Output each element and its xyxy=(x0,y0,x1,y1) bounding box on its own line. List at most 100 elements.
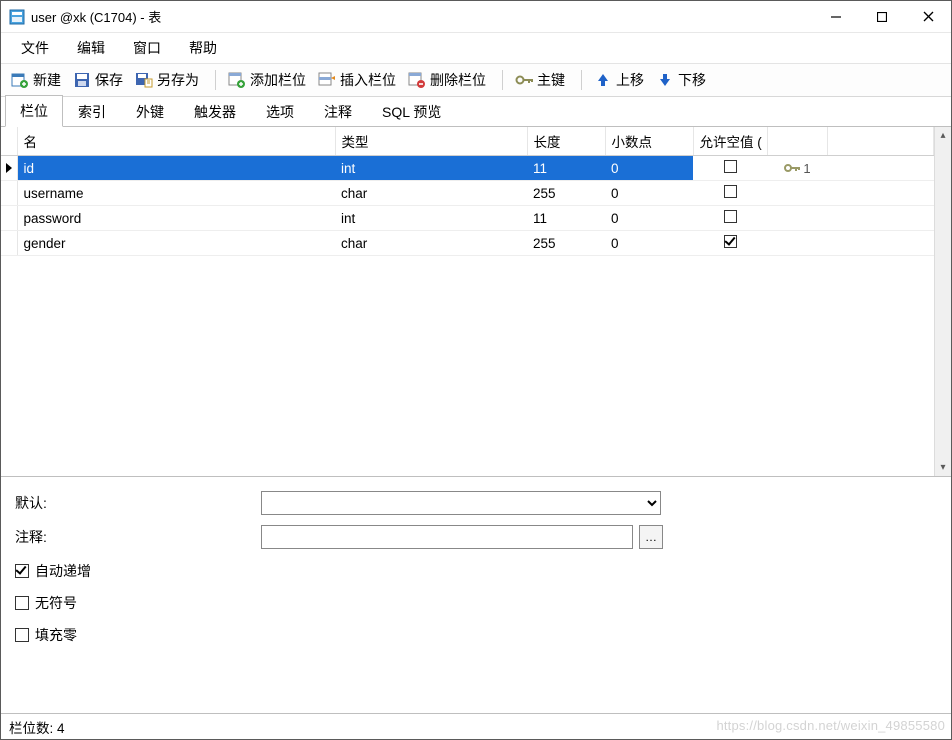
menu-window[interactable]: 窗口 xyxy=(119,34,175,62)
cell-key[interactable]: 1 xyxy=(767,156,827,181)
col-decimal[interactable]: 小数点 xyxy=(605,127,693,156)
add-field-button[interactable]: 添加栏位 xyxy=(224,67,314,93)
insert-field-button[interactable]: 插入栏位 xyxy=(314,67,404,93)
unsigned-checkbox[interactable] xyxy=(15,596,29,610)
row-header[interactable] xyxy=(1,206,17,231)
col-type[interactable]: 类型 xyxy=(335,127,527,156)
cell-filler xyxy=(827,206,934,231)
tab-comment[interactable]: 注释 xyxy=(309,96,367,127)
col-length[interactable]: 长度 xyxy=(527,127,605,156)
cell-key[interactable] xyxy=(767,206,827,231)
col-name[interactable]: 名 xyxy=(17,127,335,156)
row-header[interactable] xyxy=(1,181,17,206)
close-button[interactable] xyxy=(905,1,951,33)
field-properties: 默认: 注释: … 自动递增 无符号 填充零 xyxy=(1,477,951,713)
tab-fields[interactable]: 栏位 xyxy=(5,95,63,127)
cell-type[interactable]: int xyxy=(335,206,527,231)
cell-decimal[interactable]: 0 xyxy=(605,156,693,181)
tab-options[interactable]: 选项 xyxy=(251,96,309,127)
cell-nullable[interactable] xyxy=(693,181,767,206)
table-row[interactable]: genderchar2550 xyxy=(1,231,934,256)
table-row[interactable]: idint110 1 xyxy=(1,156,934,181)
nullable-checkbox[interactable] xyxy=(724,160,737,173)
toolbar-separator xyxy=(502,70,503,90)
row-pointer-icon xyxy=(6,163,12,173)
delete-field-label: 删除栏位 xyxy=(430,70,486,90)
cell-decimal[interactable]: 0 xyxy=(605,206,693,231)
default-select[interactable] xyxy=(261,491,661,515)
watermark: https://blog.csdn.net/weixin_49855580 xyxy=(716,718,945,733)
fields-grid-wrap: 名 类型 长度 小数点 允许空值 ( idint1101usernamechar… xyxy=(1,127,951,477)
cell-key[interactable] xyxy=(767,231,827,256)
menu-edit[interactable]: 编辑 xyxy=(63,34,119,62)
table-row[interactable]: passwordint110 xyxy=(1,206,934,231)
cell-decimal[interactable]: 0 xyxy=(605,181,693,206)
floppy-icon xyxy=(73,71,91,89)
primary-key-button[interactable]: 主键 xyxy=(511,67,573,93)
cell-name[interactable]: password xyxy=(17,206,335,231)
cell-length[interactable]: 11 xyxy=(527,156,605,181)
fieldcount-label: 栏位数: 4 xyxy=(9,717,65,737)
scroll-track[interactable] xyxy=(935,144,951,459)
comment-more-button[interactable]: … xyxy=(639,525,663,549)
tabbar: 栏位 索引 外键 触发器 选项 注释 SQL 预览 xyxy=(1,97,951,127)
nullable-checkbox[interactable] xyxy=(724,185,737,198)
table-new-icon xyxy=(11,71,29,89)
menu-file[interactable]: 文件 xyxy=(7,34,63,62)
col-filler xyxy=(827,127,934,156)
row-header[interactable] xyxy=(1,156,17,181)
app-window: user @xk (C1704) - 表 文件 编辑 窗口 帮助 新建 保存 另… xyxy=(0,0,952,740)
tab-index[interactable]: 索引 xyxy=(63,96,121,127)
scroll-down-icon[interactable]: ▾ xyxy=(935,459,951,476)
new-label: 新建 xyxy=(33,70,61,90)
menubar: 文件 编辑 窗口 帮助 xyxy=(1,33,951,63)
comment-input[interactable] xyxy=(261,525,633,549)
tab-trigger[interactable]: 触发器 xyxy=(179,96,251,127)
nullable-checkbox[interactable] xyxy=(724,210,737,223)
cell-type[interactable]: char xyxy=(335,181,527,206)
table-row[interactable]: usernamechar2550 xyxy=(1,181,934,206)
cell-name[interactable]: id xyxy=(17,156,335,181)
cell-name[interactable]: gender xyxy=(17,231,335,256)
cell-length[interactable]: 11 xyxy=(527,206,605,231)
cell-filler xyxy=(827,156,934,181)
cell-length[interactable]: 255 xyxy=(527,181,605,206)
arrow-down-icon xyxy=(656,71,674,89)
delete-field-button[interactable]: 删除栏位 xyxy=(404,67,494,93)
autoinc-checkbox[interactable] xyxy=(15,564,29,578)
menu-help[interactable]: 帮助 xyxy=(175,34,231,62)
tab-fk[interactable]: 外键 xyxy=(121,96,179,127)
fields-grid[interactable]: 名 类型 长度 小数点 允许空值 ( idint1101usernamechar… xyxy=(1,127,934,256)
scroll-up-icon[interactable]: ▴ xyxy=(935,127,951,144)
cell-nullable[interactable] xyxy=(693,156,767,181)
cell-decimal[interactable]: 0 xyxy=(605,231,693,256)
cell-name[interactable]: username xyxy=(17,181,335,206)
cell-type[interactable]: char xyxy=(335,231,527,256)
col-null[interactable]: 允许空值 ( xyxy=(693,127,767,156)
new-button[interactable]: 新建 xyxy=(7,67,69,93)
cell-filler xyxy=(827,231,934,256)
cell-type[interactable]: int xyxy=(335,156,527,181)
cell-length[interactable]: 255 xyxy=(527,231,605,256)
window-title: user @xk (C1704) - 表 xyxy=(31,7,161,26)
nullable-checkbox[interactable] xyxy=(724,235,737,248)
move-up-button[interactable]: 上移 xyxy=(590,67,652,93)
maximize-button[interactable] xyxy=(859,1,905,33)
minimize-button[interactable] xyxy=(813,1,859,33)
col-key[interactable] xyxy=(767,127,827,156)
cell-filler xyxy=(827,181,934,206)
unsigned-label: 无符号 xyxy=(35,593,77,613)
zerofill-checkbox[interactable] xyxy=(15,628,29,642)
tab-sqlpreview[interactable]: SQL 预览 xyxy=(367,96,456,127)
row-header[interactable] xyxy=(1,231,17,256)
saveas-button[interactable]: 另存为 xyxy=(131,67,207,93)
arrow-up-icon xyxy=(594,71,612,89)
save-button[interactable]: 保存 xyxy=(69,67,131,93)
cell-nullable[interactable] xyxy=(693,231,767,256)
cell-nullable[interactable] xyxy=(693,206,767,231)
cell-key[interactable] xyxy=(767,181,827,206)
toolbar: 新建 保存 另存为 添加栏位 插入栏位 删除栏位 主键 xyxy=(1,63,951,97)
toolbar-separator xyxy=(215,70,216,90)
vertical-scrollbar[interactable]: ▴ ▾ xyxy=(934,127,951,476)
move-down-button[interactable]: 下移 xyxy=(652,67,714,93)
